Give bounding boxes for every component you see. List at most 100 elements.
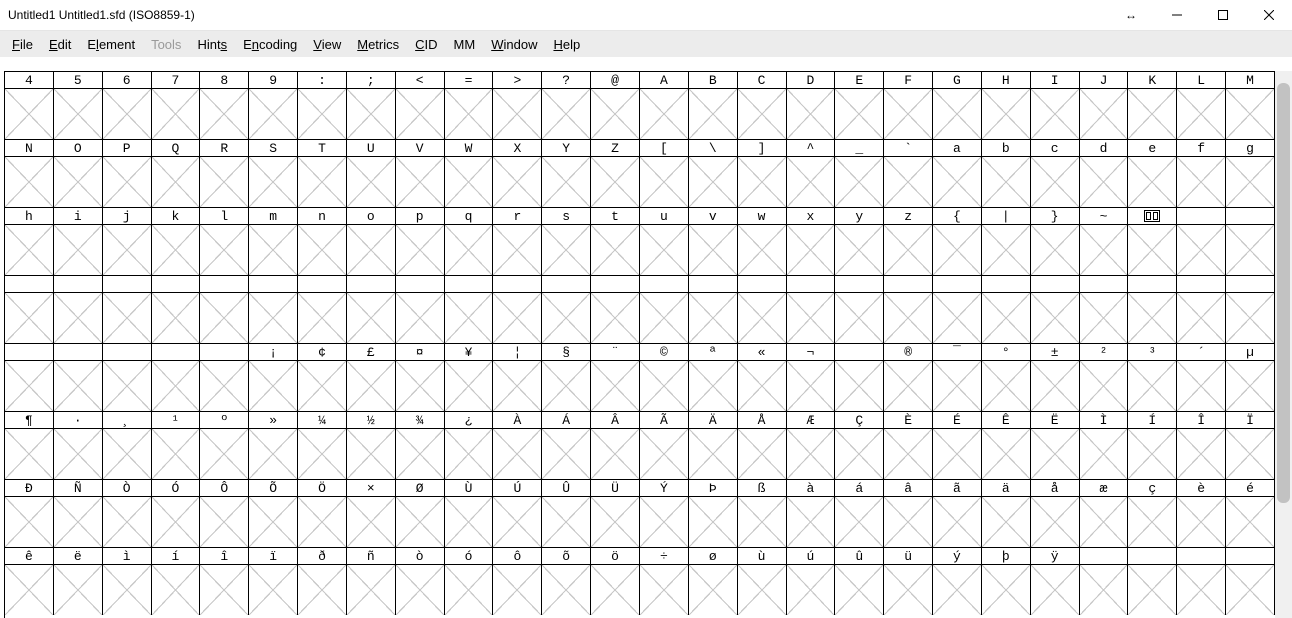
glyph-cell[interactable]: ä: [982, 479, 1031, 547]
glyph-slot[interactable]: [493, 225, 541, 275]
glyph-slot[interactable]: [640, 565, 688, 615]
glyph-cell[interactable]: Ù: [445, 479, 494, 547]
glyph-cell[interactable]: ù: [738, 547, 787, 615]
glyph-slot[interactable]: [884, 429, 932, 479]
glyph-slot[interactable]: [640, 89, 688, 139]
glyph-cell[interactable]: ¹: [152, 411, 201, 479]
glyph-slot[interactable]: [982, 225, 1030, 275]
glyph-cell[interactable]: [787, 275, 836, 343]
glyph-slot[interactable]: [1080, 565, 1128, 615]
glyph-cell[interactable]: R: [200, 139, 249, 207]
glyph-slot[interactable]: [103, 361, 151, 411]
glyph-cell[interactable]: m: [249, 207, 298, 275]
glyph-slot[interactable]: [103, 429, 151, 479]
glyph-slot[interactable]: [445, 429, 493, 479]
glyph-slot[interactable]: [1226, 497, 1274, 547]
glyph-slot[interactable]: [298, 361, 346, 411]
glyph-slot[interactable]: [54, 89, 102, 139]
glyph-slot[interactable]: [249, 225, 297, 275]
glyph-cell[interactable]: S: [249, 139, 298, 207]
glyph-slot[interactable]: [5, 565, 53, 615]
glyph-slot[interactable]: [884, 361, 932, 411]
glyph-slot[interactable]: [542, 497, 590, 547]
glyph-cell[interactable]: [5, 343, 54, 411]
glyph-slot[interactable]: [200, 89, 248, 139]
glyph-slot[interactable]: [5, 157, 53, 207]
glyph-cell[interactable]: ²: [1080, 343, 1129, 411]
glyph-cell[interactable]: C: [738, 71, 787, 139]
glyph-slot[interactable]: [249, 157, 297, 207]
glyph-slot[interactable]: [103, 497, 151, 547]
glyph-cell[interactable]: ó: [445, 547, 494, 615]
glyph-slot[interactable]: [884, 157, 932, 207]
glyph-slot[interactable]: [1226, 157, 1274, 207]
glyph-cell[interactable]: [1031, 275, 1080, 343]
glyph-cell[interactable]: ß: [738, 479, 787, 547]
glyph-cell[interactable]: @: [591, 71, 640, 139]
glyph-cell[interactable]: Q: [152, 139, 201, 207]
glyph-cell[interactable]: À: [493, 411, 542, 479]
glyph-slot[interactable]: [1128, 565, 1176, 615]
glyph-slot[interactable]: [445, 361, 493, 411]
glyph-cell[interactable]: Õ: [249, 479, 298, 547]
glyph-slot[interactable]: [396, 157, 444, 207]
glyph-cell[interactable]: [591, 275, 640, 343]
glyph-cell[interactable]: k: [152, 207, 201, 275]
glyph-cell[interactable]: Þ: [689, 479, 738, 547]
glyph-cell[interactable]: Ô: [200, 479, 249, 547]
glyph-slot[interactable]: [933, 497, 981, 547]
glyph-cell[interactable]: [884, 275, 933, 343]
glyph-slot[interactable]: [298, 565, 346, 615]
glyph-cell[interactable]: [689, 275, 738, 343]
glyph-slot[interactable]: [1226, 89, 1274, 139]
close-button[interactable]: [1246, 0, 1292, 30]
glyph-cell[interactable]: }: [1031, 207, 1080, 275]
glyph-cell[interactable]: {: [933, 207, 982, 275]
glyph-slot[interactable]: [542, 157, 590, 207]
glyph-slot[interactable]: [542, 429, 590, 479]
glyph-cell[interactable]: <: [396, 71, 445, 139]
glyph-cell[interactable]: `: [884, 139, 933, 207]
glyph-cell[interactable]: Ì: [1080, 411, 1129, 479]
glyph-slot[interactable]: [298, 293, 346, 343]
glyph-cell[interactable]: §: [542, 343, 591, 411]
glyph-cell[interactable]: Í: [1128, 411, 1177, 479]
glyph-slot[interactable]: [689, 225, 737, 275]
glyph-slot[interactable]: [5, 429, 53, 479]
glyph-slot[interactable]: [591, 89, 639, 139]
glyph-cell[interactable]: [835, 275, 884, 343]
glyph-slot[interactable]: [347, 361, 395, 411]
glyph-cell[interactable]: X: [493, 139, 542, 207]
glyph-slot[interactable]: [835, 225, 883, 275]
glyph-cell[interactable]: º: [200, 411, 249, 479]
glyph-cell[interactable]: [: [640, 139, 689, 207]
glyph-slot[interactable]: [1226, 429, 1274, 479]
glyph-cell[interactable]: [1128, 275, 1177, 343]
glyph-slot[interactable]: [445, 157, 493, 207]
menu-file[interactable]: File: [6, 35, 39, 54]
glyph-cell[interactable]: ú: [787, 547, 836, 615]
glyph-cell[interactable]: [152, 343, 201, 411]
glyph-slot[interactable]: [542, 225, 590, 275]
glyph-cell[interactable]: Ý: [640, 479, 689, 547]
glyph-cell[interactable]: þ: [982, 547, 1031, 615]
glyph-slot[interactable]: [884, 293, 932, 343]
glyph-cell[interactable]: N: [5, 139, 54, 207]
glyph-slot[interactable]: [152, 565, 200, 615]
glyph-slot[interactable]: [982, 89, 1030, 139]
glyph-slot[interactable]: [835, 429, 883, 479]
glyph-slot[interactable]: [5, 361, 53, 411]
glyph-cell[interactable]: Î: [1177, 411, 1226, 479]
glyph-slot[interactable]: [835, 157, 883, 207]
glyph-slot[interactable]: [933, 361, 981, 411]
glyph-cell[interactable]: V: [396, 139, 445, 207]
glyph-cell[interactable]: ã: [933, 479, 982, 547]
glyph-slot[interactable]: [445, 497, 493, 547]
glyph-cell[interactable]: Ò: [103, 479, 152, 547]
glyph-cell[interactable]: û: [835, 547, 884, 615]
glyph-slot[interactable]: [1128, 361, 1176, 411]
glyph-slot[interactable]: [835, 361, 883, 411]
glyph-slot[interactable]: [1177, 293, 1225, 343]
glyph-slot[interactable]: [982, 361, 1030, 411]
glyph-slot[interactable]: [5, 89, 53, 139]
